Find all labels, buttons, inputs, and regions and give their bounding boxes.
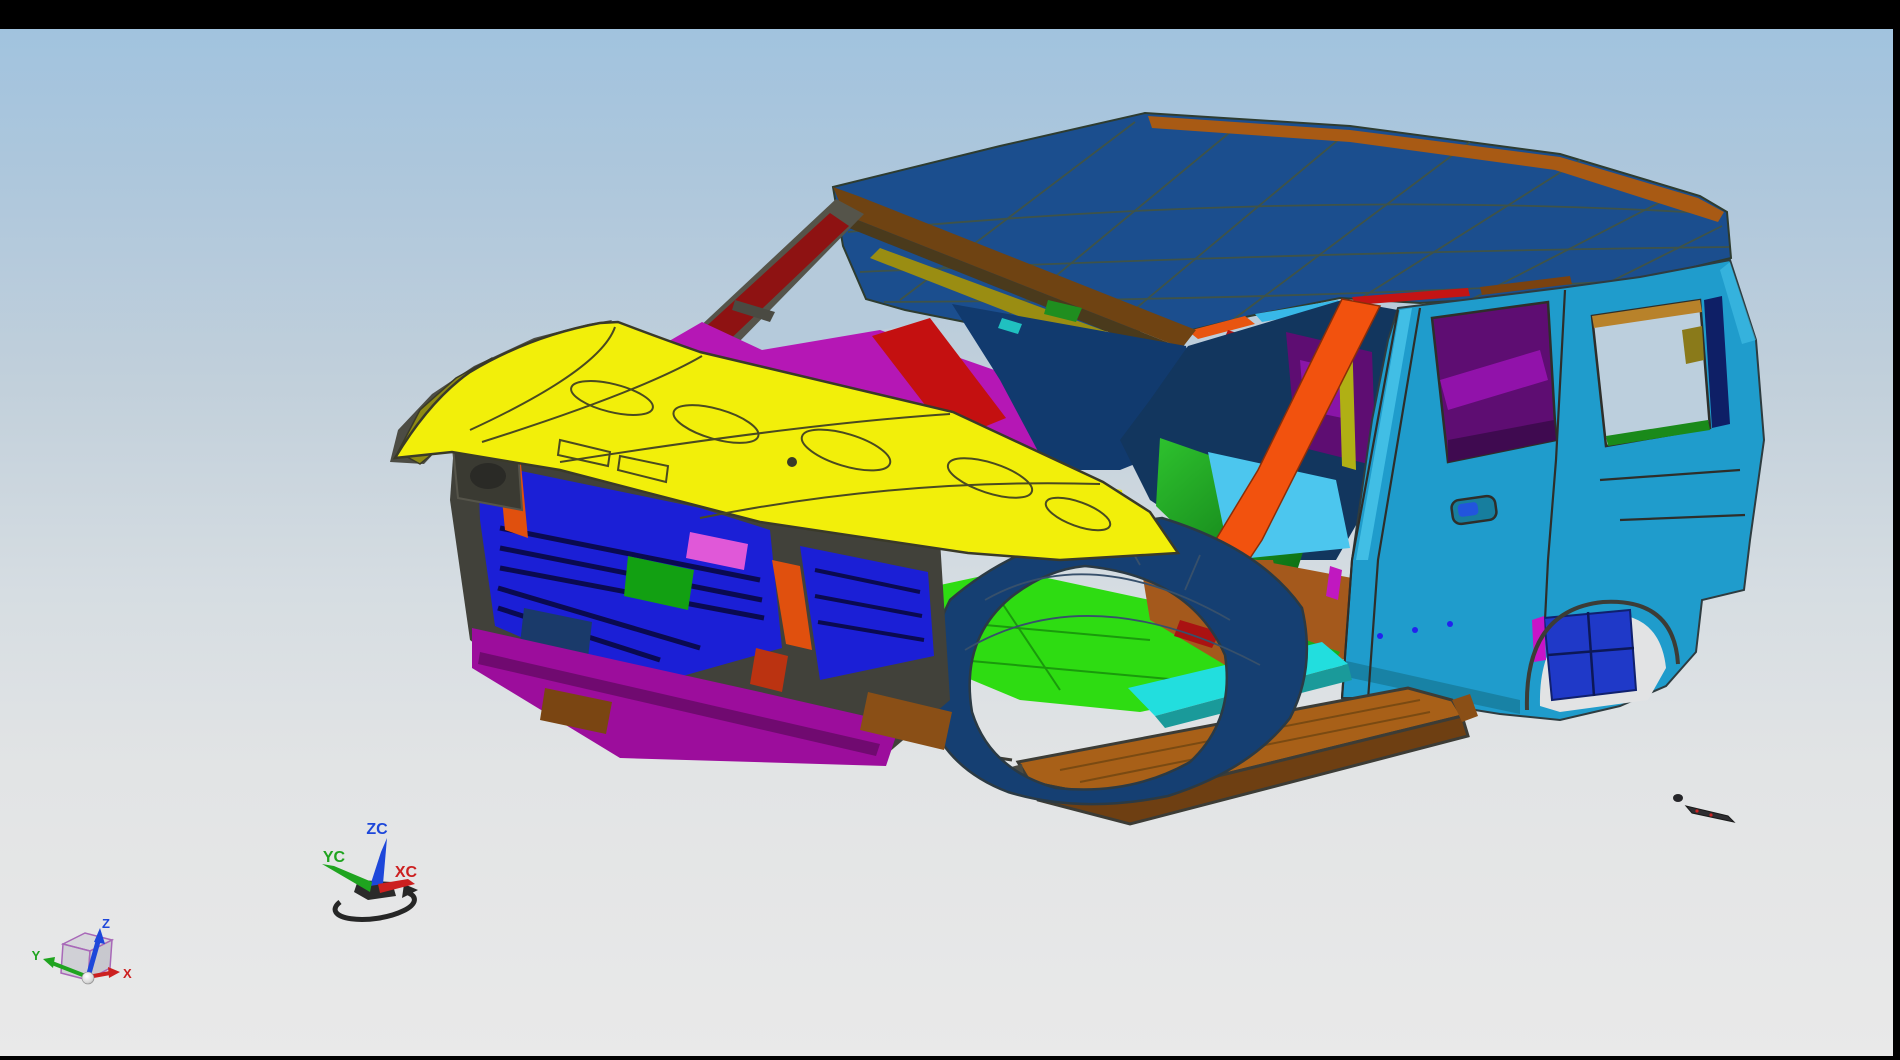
datum-x-label: X: [123, 966, 132, 981]
top-black-bar: [0, 0, 1900, 29]
right-black-bar: [1893, 0, 1900, 1060]
bottom-black-bar: [0, 1056, 1900, 1060]
wcs-x-label: XC: [395, 864, 418, 881]
cad-application-window: ZC YC XC Z Y X: [0, 0, 1900, 1060]
wcs-triad[interactable]: ZC YC XC: [322, 821, 418, 919]
loose-parts[interactable]: [1673, 794, 1734, 822]
datum-csys[interactable]: Z Y X: [32, 916, 132, 984]
bolt-dot: [1447, 621, 1453, 627]
wcs-z-axis-arrow[interactable]: [370, 838, 387, 886]
bumper-red-accent: [750, 648, 788, 692]
datum-z-label: Z: [102, 916, 110, 931]
graphics-viewport[interactable]: ZC YC XC Z Y X: [0, 29, 1893, 1056]
car-body-model[interactable]: [390, 113, 1764, 824]
datum-y-label: Y: [32, 948, 41, 963]
bolt-dot: [1412, 627, 1418, 633]
model-scene: ZC YC XC Z Y X: [0, 29, 1893, 1056]
hood-pivot-dot: [787, 457, 797, 467]
datum-origin-ball[interactable]: [82, 972, 94, 984]
wcs-y-axis-arrow[interactable]: [322, 864, 372, 892]
datum-y-arrowhead: [43, 957, 55, 968]
datum-x-arrowhead: [108, 967, 120, 978]
door-handle[interactable]: [1451, 495, 1498, 525]
bolt-dot: [1377, 633, 1383, 639]
wcs-z-label: ZC: [366, 821, 388, 838]
wcs-y-label: YC: [323, 849, 346, 866]
